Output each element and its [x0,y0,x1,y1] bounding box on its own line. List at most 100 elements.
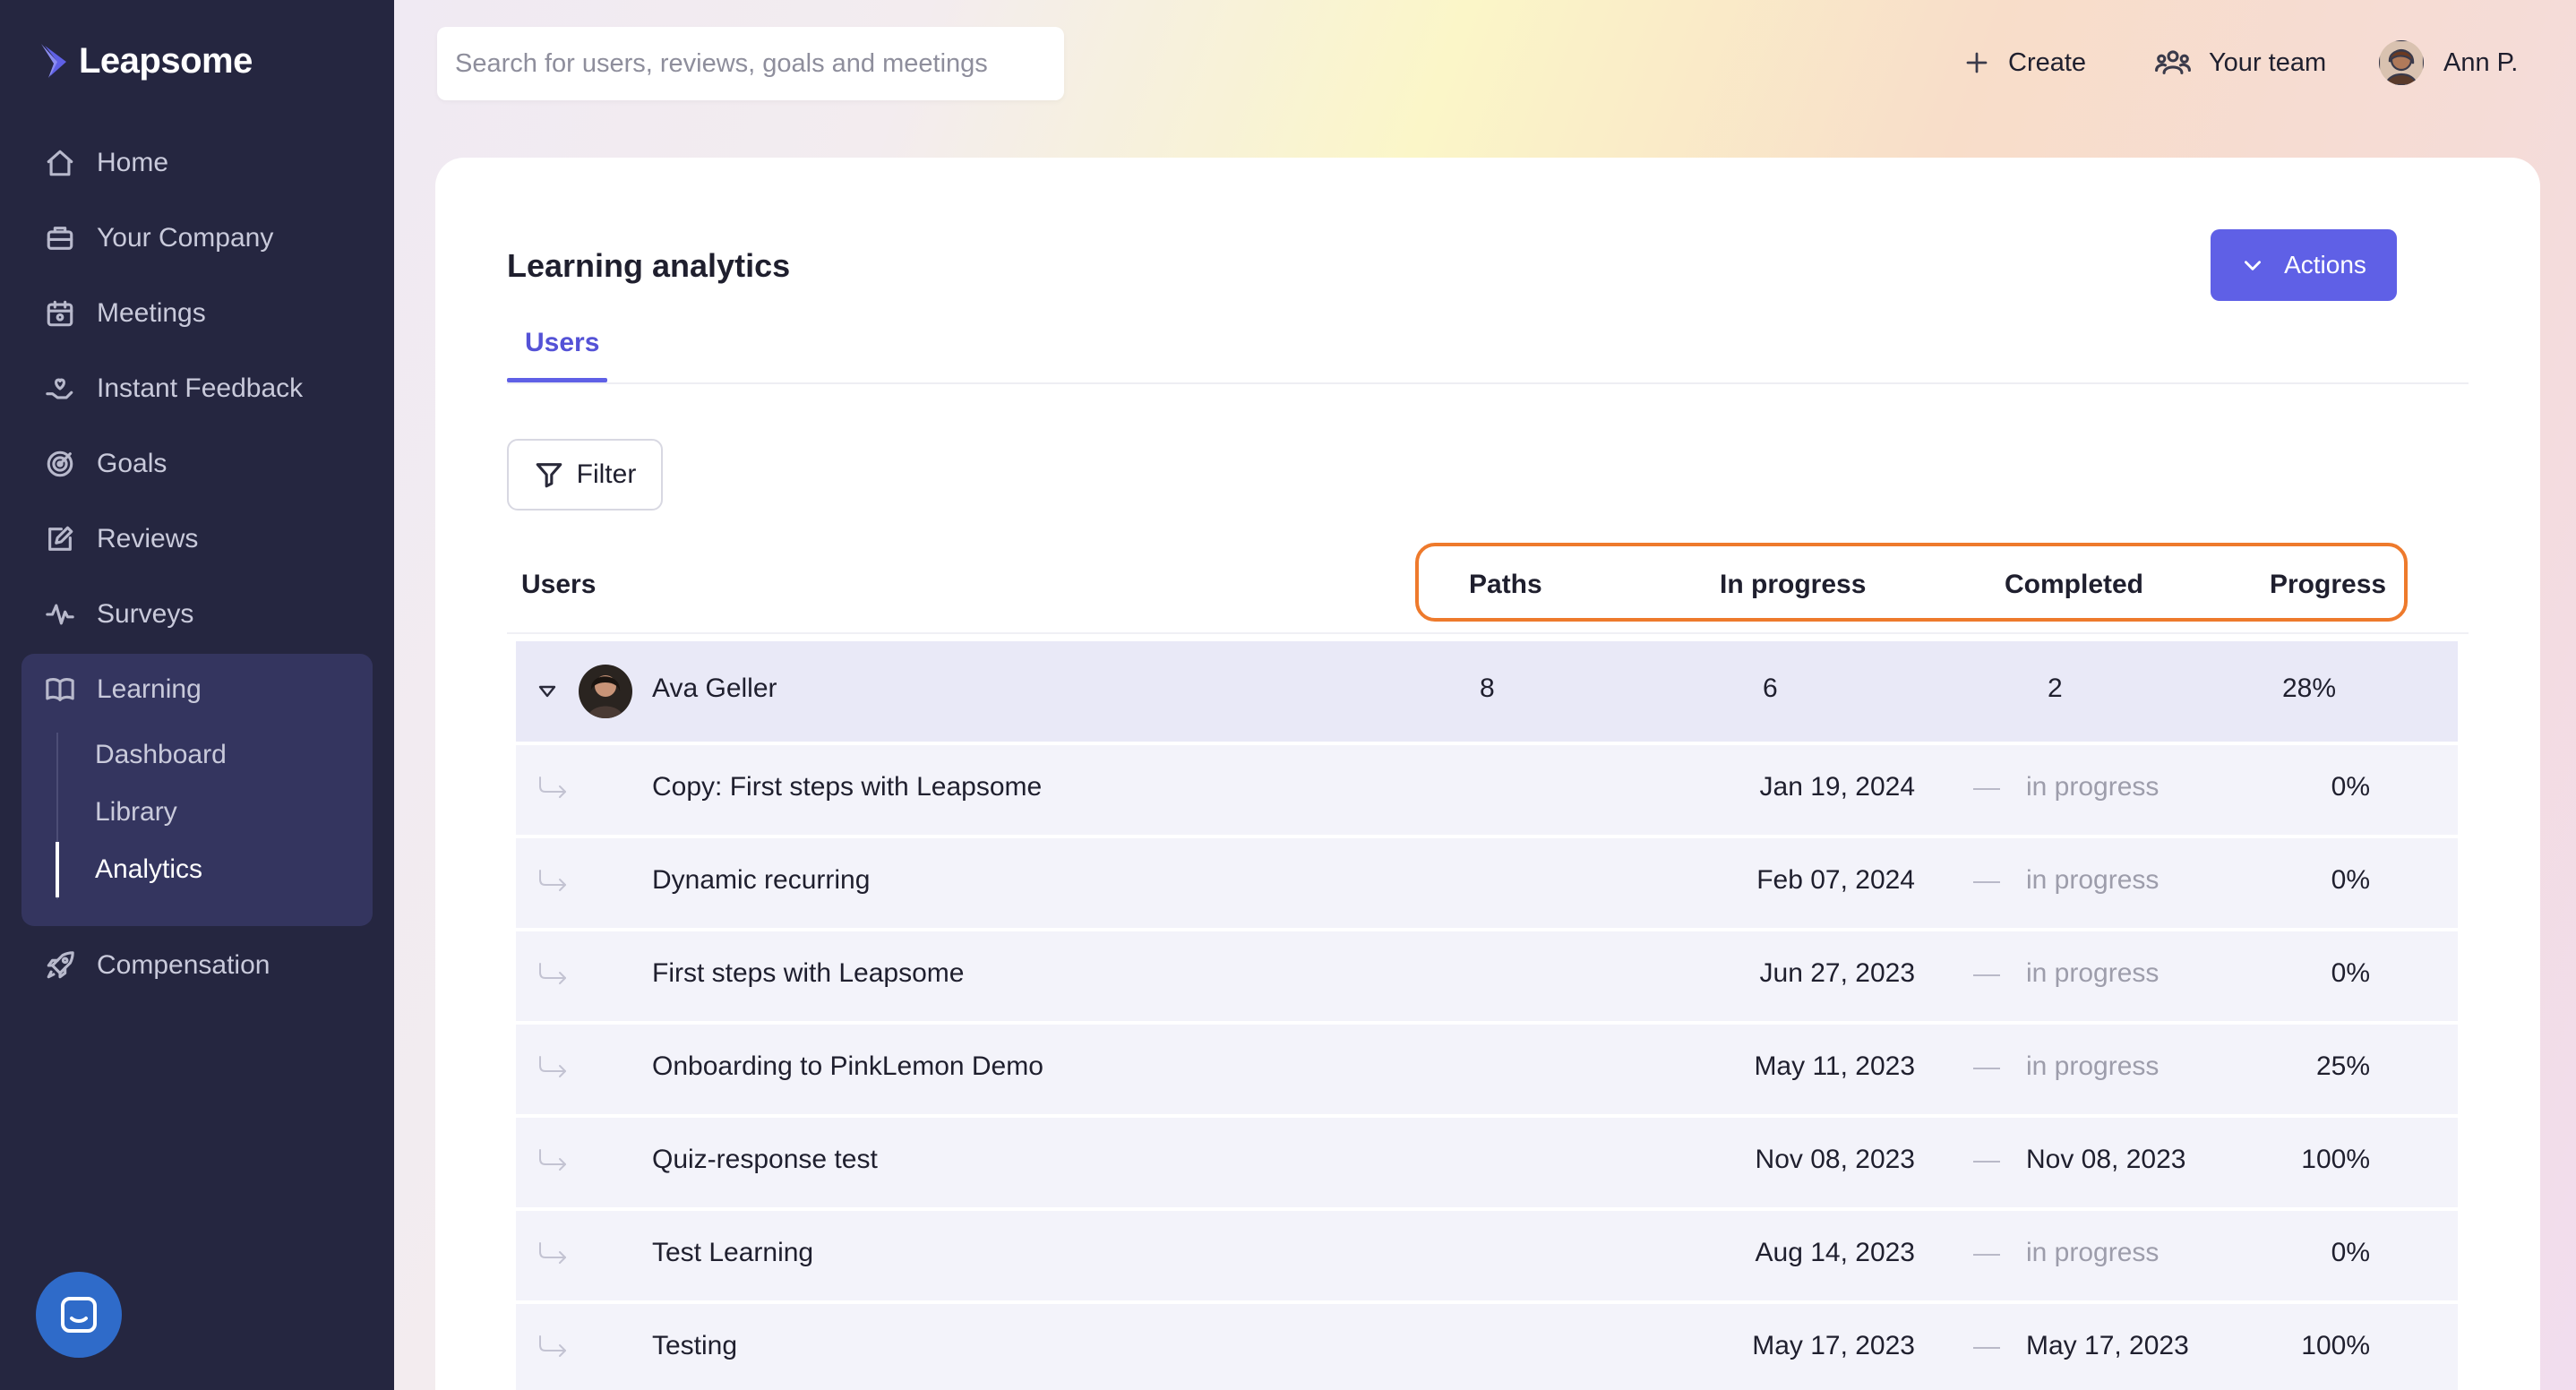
subitem-arrow-icon [537,1241,568,1273]
path-progress: 0% [2331,772,2370,802]
hand-heart-icon [43,372,77,406]
search-input[interactable] [437,27,1064,100]
header-highlight-box [1415,543,2408,622]
path-end-date: Nov 08, 2023 [2026,1145,2186,1174]
progress-cell: 28% [2282,674,2337,703]
completed-cell: 2 [2048,674,2063,703]
path-start-date: May 17, 2023 [1752,1331,1915,1360]
path-start-date: Jan 19, 2024 [1759,772,1915,802]
table-row[interactable]: Testing May 17, 2023 May 17, 2023 100% [516,1304,2458,1390]
sidebar-subitem-library[interactable]: Library [95,790,177,835]
calendar-icon [43,296,77,330]
collapse-triangle-icon[interactable] [537,684,557,699]
tab-divider [507,382,2469,384]
sidebar-item-label: Learning [97,674,202,704]
sidebar-item-reviews[interactable]: Reviews [43,512,198,566]
pulse-icon [43,597,77,631]
filter-label: Filter [576,459,637,489]
column-header-users[interactable]: Users [521,570,596,600]
date-separator [1973,1254,2000,1256]
user-name: Ann P. [2443,47,2519,77]
path-start-date: Jun 27, 2023 [1759,958,1915,988]
sidebar-item-learning[interactable]: Learning [43,663,202,716]
target-icon [43,447,77,481]
actions-label: Actions [2284,251,2366,279]
sidebar-item-label: Instant Feedback [97,373,304,403]
path-progress: 0% [2331,958,2370,988]
table-row[interactable]: Onboarding to PinkLemon Demo May 11, 202… [516,1025,2458,1114]
sidebar-item-label: Your Company [97,223,274,253]
subitem-arrow-icon [537,1055,568,1086]
sidebar-item-surveys[interactable]: Surveys [43,588,193,641]
sidebar-item-home[interactable]: Home [43,136,168,190]
path-title[interactable]: Copy: First steps with Leapsome [652,772,1042,802]
sidebar-item-instant-feedback[interactable]: Instant Feedback [43,362,303,416]
path-title[interactable]: First steps with Leapsome [652,958,964,989]
sidebar-item-your-company[interactable]: Your Company [43,211,273,265]
subitem-arrow-icon [537,962,568,993]
chat-support-button[interactable] [36,1272,122,1358]
path-title[interactable]: Dynamic recurring [652,865,870,896]
chat-icon [61,1297,97,1333]
leapsome-logo[interactable]: Leapsome [39,41,253,82]
filter-button[interactable]: Filter [507,439,663,511]
path-progress: 100% [2301,1331,2370,1360]
subitem-arrow-icon [537,1148,568,1180]
path-title[interactable]: Test Learning [652,1238,813,1268]
team-icon [2155,50,2191,74]
subitem-arrow-icon [537,776,568,807]
sidebar-subitem-label: Library [95,797,177,827]
submenu-active-indicator [56,842,59,897]
user-avatar [2379,40,2424,85]
date-separator [1973,1161,2000,1163]
page-title: Learning analytics [507,247,791,284]
user-avatar [579,665,632,718]
create-button[interactable]: Create [1963,38,2086,88]
sidebar-item-label: Goals [97,449,167,478]
leapsome-logo-icon [41,43,66,78]
date-separator [1973,1347,2000,1349]
plus-icon [1966,52,1988,73]
sidebar-item-goals[interactable]: Goals [43,437,167,491]
path-start-date: Feb 07, 2024 [1756,865,1915,895]
chevron-down-icon [2245,261,2262,270]
table-row[interactable]: Quiz-response test Nov 08, 2023 Nov 08, … [516,1118,2458,1207]
sidebar-item-meetings[interactable]: Meetings [43,287,206,340]
edit-icon [43,522,77,556]
path-title[interactable]: Quiz-response test [652,1145,878,1175]
path-progress: 25% [2315,1051,2370,1081]
actions-button[interactable]: Actions [2211,229,2397,301]
sidebar-item-compensation[interactable]: Compensation [43,939,270,992]
table-row-user[interactable]: Ava Geller 8 6 2 28% [516,641,2458,742]
tab-users[interactable]: Users [525,328,599,358]
sidebar-subitem-analytics[interactable]: Analytics [95,847,202,892]
sidebar-subitem-dashboard[interactable]: Dashboard [95,733,227,777]
path-end-status: in progress [2026,772,2160,802]
path-end-status: in progress [2026,958,2160,988]
table-row[interactable]: Dynamic recurring Feb 07, 2024 in progre… [516,838,2458,928]
sidebar-subitem-label: Dashboard [95,740,227,769]
filter-icon [536,463,562,488]
table-row[interactable]: Test Learning Aug 14, 2023 in progress 0… [516,1211,2458,1300]
brand-name: Leapsome [79,41,253,81]
your-team-button[interactable]: Your team [2155,38,2326,88]
rocket-icon [43,948,77,982]
user-name-cell[interactable]: Ava Geller [652,674,777,704]
subitem-arrow-icon [537,869,568,900]
paths-cell: 8 [1480,674,1495,703]
sidebar-item-label: Reviews [97,524,199,553]
book-icon [43,673,77,707]
date-separator [1973,1068,2000,1069]
sidebar-item-label: Compensation [97,950,270,980]
path-title[interactable]: Onboarding to PinkLemon Demo [652,1051,1043,1082]
table-header-divider [507,632,2469,634]
user-menu-button[interactable]: Ann P. [2379,38,2518,88]
table-row[interactable]: Copy: First steps with Leapsome Jan 19, … [516,745,2458,835]
home-icon [43,146,77,180]
path-end-status: in progress [2026,865,2160,895]
path-end-status: in progress [2026,1051,2160,1081]
table-row[interactable]: First steps with Leapsome Jun 27, 2023 i… [516,931,2458,1021]
sidebar-item-label: Meetings [97,298,206,328]
path-title[interactable]: Testing [652,1331,737,1361]
sidebar-subitem-label: Analytics [95,854,203,884]
